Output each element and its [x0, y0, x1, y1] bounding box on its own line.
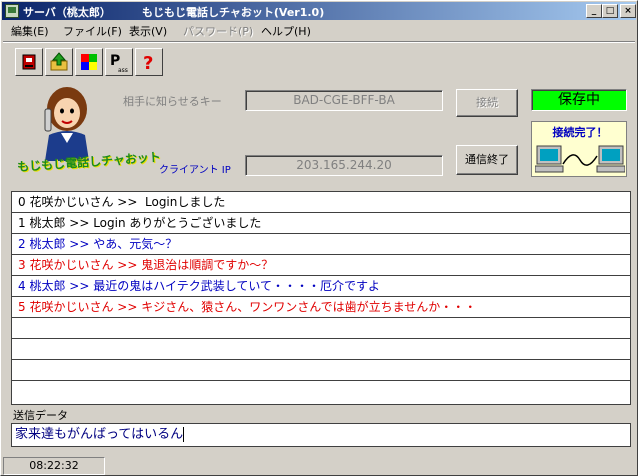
chat-row[interactable]: 1 桃太郎 >> Login ありがとうございました [12, 213, 630, 234]
menu-help[interactable]: ヘルプ(H) [261, 23, 311, 39]
color-palette-icon [81, 54, 97, 70]
window-title: サーバ（桃太郎） [23, 6, 111, 19]
app-icon[interactable] [5, 4, 19, 18]
menu-edit[interactable]: 編集(E) [11, 23, 49, 39]
color-button[interactable] [75, 48, 103, 76]
key-label: 相手に知らせるキー [123, 95, 222, 108]
connection-status-panel: 接続完了！ [531, 121, 627, 177]
window-subtitle: もじもじ電話しチャおット(Ver1.0) [142, 6, 325, 19]
chat-row[interactable] [12, 339, 630, 360]
network-computers-icon [535, 145, 625, 173]
password-icon-subtext: ass [118, 67, 128, 74]
send-data-input[interactable]: 家来達もがんばってはいるん [11, 423, 631, 447]
chat-row[interactable]: 4 桃太郎 >> 最近の鬼はハイテク武装していて・・・・厄介ですよ [12, 276, 630, 297]
upload-button[interactable] [45, 48, 73, 76]
exit-icon [22, 54, 36, 70]
text-caret [183, 427, 185, 442]
help-icon: ? [143, 53, 153, 72]
chat-row[interactable]: 5 花咲かじいさん >> キジさん、猿さん、ワンワンさんでは歯が立ちませんか・・… [12, 297, 630, 318]
send-data-label: 送信データ [13, 409, 68, 422]
client-ip-field[interactable]: 203.165.244.20 [245, 155, 443, 176]
connect-button[interactable]: 接続 [456, 89, 518, 117]
menu-view[interactable]: 表示(V) [129, 23, 167, 39]
password-button[interactable]: P ass [105, 48, 133, 76]
chat-row[interactable] [12, 360, 630, 381]
minimize-button[interactable]: _ [586, 4, 602, 18]
status-time: 08:22:32 [3, 457, 105, 475]
maximize-button[interactable]: □ [602, 4, 618, 18]
chat-row[interactable]: 0 花咲かじいさん >> Loginしました [12, 192, 630, 213]
mascot-image [44, 87, 89, 161]
upload-icon [50, 52, 68, 71]
send-data-text: 家来達もがんばってはいるん [15, 427, 184, 442]
chat-row[interactable] [12, 318, 630, 339]
menu-bar: 編集(E) ファイル(F) 表示(V) パスワード(P) ヘルプ(H) [3, 21, 635, 39]
chat-row[interactable]: 3 花咲かじいさん >> 鬼退治は順調ですか～？ [12, 255, 630, 276]
save-status-indicator: 保存中 [531, 89, 627, 111]
close-button[interactable]: × [620, 4, 636, 18]
key-field[interactable]: BAD-CGE-BFF-BA [245, 90, 443, 111]
end-call-button[interactable]: 通信終了 [456, 145, 518, 175]
exit-button[interactable] [15, 48, 43, 76]
password-icon: P ass [110, 53, 128, 74]
connection-complete-text: 接続完了！ [552, 126, 608, 139]
menu-file[interactable]: ファイル(F) [63, 23, 122, 39]
app-window: サーバ（桃太郎） もじもじ電話しチャおット(Ver1.0) _ □ × 編集(E… [0, 0, 638, 476]
chat-log[interactable]: 0 花咲かじいさん >> Loginしました 1 桃太郎 >> Login あり… [11, 191, 631, 405]
chat-row[interactable]: 2 桃太郎 >> やあ、元気～？ [12, 234, 630, 255]
help-icon-glyph: ? [143, 53, 153, 72]
toolbar-separator [3, 41, 635, 43]
client-ip-label: クライアント IP [159, 165, 231, 176]
chat-row[interactable] [12, 381, 630, 402]
menu-password: パスワード(P) [183, 25, 254, 38]
help-button[interactable]: ? [135, 48, 163, 76]
status-bar: 08:22:32 [3, 457, 635, 475]
title-bar[interactable]: サーバ（桃太郎） もじもじ電話しチャおット(Ver1.0) _ □ × [2, 2, 636, 20]
